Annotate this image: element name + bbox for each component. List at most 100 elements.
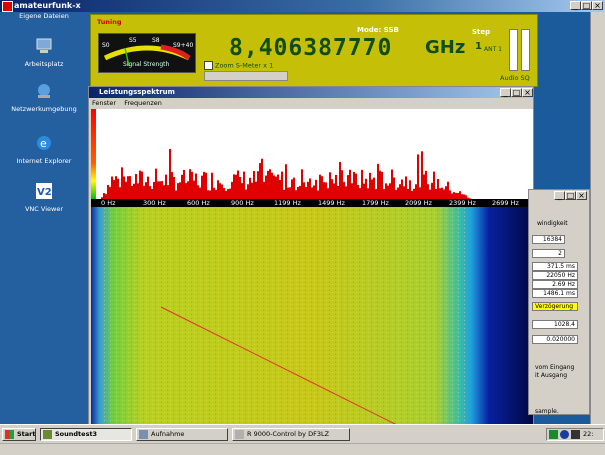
spectrum-bar (229, 188, 231, 199)
spectrum-bar (161, 181, 163, 199)
desktop-icon-arbeitsplatz[interactable]: Arbeitsplatz (2, 37, 86, 68)
delay-input[interactable]: 1028.4 (532, 320, 578, 329)
spectrum-bar (125, 181, 127, 199)
fft-size-spinner[interactable]: 16384 (532, 235, 565, 244)
frequency-unit: GHz (425, 37, 466, 58)
spectrum-bar (269, 169, 271, 199)
spectrum-maximize-button[interactable]: □ (511, 88, 522, 97)
spectrum-bar (343, 181, 345, 199)
desktop-icon-label: VNC Viewer (24, 205, 63, 213)
spectrum-bar (273, 175, 275, 199)
spectrum-bar (147, 176, 149, 199)
spectrum-bar (251, 182, 253, 199)
spectrum-bar (299, 185, 301, 199)
spectrum-bar (437, 178, 439, 199)
spectrum-bar (389, 183, 391, 199)
menu-fenster[interactable]: Fenster (92, 99, 116, 107)
spectrum-bar (365, 178, 367, 199)
spectrum-bar (363, 183, 365, 199)
tray-icon-volume[interactable] (571, 430, 580, 439)
spectrum-bar (297, 186, 299, 199)
maximize-button[interactable]: □ (581, 1, 592, 10)
frequency-display[interactable]: 8,406387770 (229, 35, 392, 61)
s-meter-caption: Signal Strength (123, 61, 170, 68)
spectrum-bar (175, 190, 177, 199)
spectrum-minimize-button[interactable]: _ (500, 88, 511, 97)
audio-slider[interactable] (509, 29, 518, 71)
computer-icon (36, 38, 52, 53)
soundtest-icon (43, 430, 52, 439)
spectrum-bar (265, 175, 267, 199)
spectrum-bar (209, 190, 211, 199)
spectrum-bar (201, 175, 203, 199)
spectrum-title-bar[interactable]: Leistungsspektrum _ □ × (89, 87, 533, 98)
spectrum-bar (127, 176, 129, 199)
close-button[interactable]: × (592, 1, 603, 10)
audio-sq-label: Audio SQ (500, 74, 530, 82)
zoom-slider[interactable] (204, 71, 288, 81)
spectrum-bar (347, 175, 349, 199)
spectrum-bar (123, 176, 125, 199)
average-spinner[interactable]: 2 (532, 249, 565, 258)
spectrum-bar (351, 183, 353, 199)
tray-icon-vnc[interactable] (549, 430, 558, 439)
spectrum-bar (237, 170, 239, 199)
spectrum-bar (433, 171, 435, 199)
desktop-icon-netzwerk[interactable]: Netzwerkumgebung (2, 82, 86, 113)
spectrum-bar (335, 174, 337, 199)
tray-icon-network[interactable] (560, 430, 569, 439)
spectrum-menu-bar: Fenster Frequenzen (92, 99, 168, 107)
app-icon (2, 1, 13, 12)
spectrum-bar (449, 190, 451, 199)
spectrum-bar (271, 172, 273, 199)
spectrum-bar (135, 173, 137, 199)
spectrum-bar (275, 176, 277, 199)
dialog-close-button[interactable]: × (576, 191, 587, 200)
output-option-label: it Ausgang (535, 372, 568, 379)
spectrum-bar (409, 180, 411, 199)
spectrum-bar (427, 184, 429, 199)
spectrum-bar (233, 174, 235, 199)
dialog-title-bar[interactable]: _ □ × (529, 190, 589, 200)
spectrum-bar (311, 187, 313, 199)
spectrum-bar (447, 181, 449, 199)
right-scrollbar-strip[interactable] (590, 12, 605, 424)
dialog-minimize-button[interactable]: _ (554, 191, 565, 200)
gain-input[interactable]: 0.020000 (532, 335, 578, 344)
spectrum-bar (419, 187, 421, 199)
zoom-checkbox[interactable] (204, 61, 213, 70)
network-icon (38, 84, 50, 98)
spectrum-bar (195, 173, 197, 199)
spectrum-bar (415, 184, 417, 199)
spectrum-bar (235, 174, 237, 199)
taskbar-button-aufnahme[interactable]: Aufnahme (136, 428, 228, 441)
minimize-button[interactable]: _ (570, 1, 581, 10)
spectrum-bar (307, 181, 309, 199)
desktop-icon-ie[interactable]: e Internet Explorer (2, 134, 86, 165)
spectrum-bar (421, 151, 423, 199)
spectrum-bar (257, 171, 259, 199)
taskbar-button-control[interactable]: R 9000-Control by DF3LZ (232, 428, 350, 441)
taskbar-button-soundtest[interactable]: Soundtest3 (40, 428, 132, 441)
outer-title-bar[interactable]: amateurfunk-x _ □ × (0, 0, 605, 12)
dialog-maximize-button[interactable]: □ (565, 191, 576, 200)
desktop-icon-vnc[interactable]: V2 VNC Viewer (2, 182, 86, 213)
horizontal-scrollbar[interactable] (0, 443, 605, 454)
squelch-slider[interactable] (521, 29, 530, 71)
spectrum-bar (379, 170, 381, 199)
spectrum-bar (171, 172, 173, 199)
step-value[interactable]: 1 (475, 41, 482, 52)
spectrum-bar (153, 181, 155, 199)
svg-text:e: e (40, 137, 47, 150)
spectrum-close-button[interactable]: × (522, 88, 533, 97)
start-button[interactable]: Start (2, 428, 36, 441)
zoom-label: Zoom S-Meter x 1 (215, 61, 274, 70)
desktop-icon-label: Netzwerkumgebung (11, 105, 77, 113)
spectrum-bar (371, 179, 373, 199)
value-4: 1486.1 ms (532, 289, 578, 298)
menu-frequenzen[interactable]: Frequenzen (124, 99, 162, 107)
spectrum-bar (211, 172, 213, 199)
zoom-s-meter[interactable]: Zoom S-Meter x 1 (204, 61, 273, 70)
s-meter-tick: S9+40 (173, 42, 194, 49)
spectrum-bar (119, 187, 121, 199)
